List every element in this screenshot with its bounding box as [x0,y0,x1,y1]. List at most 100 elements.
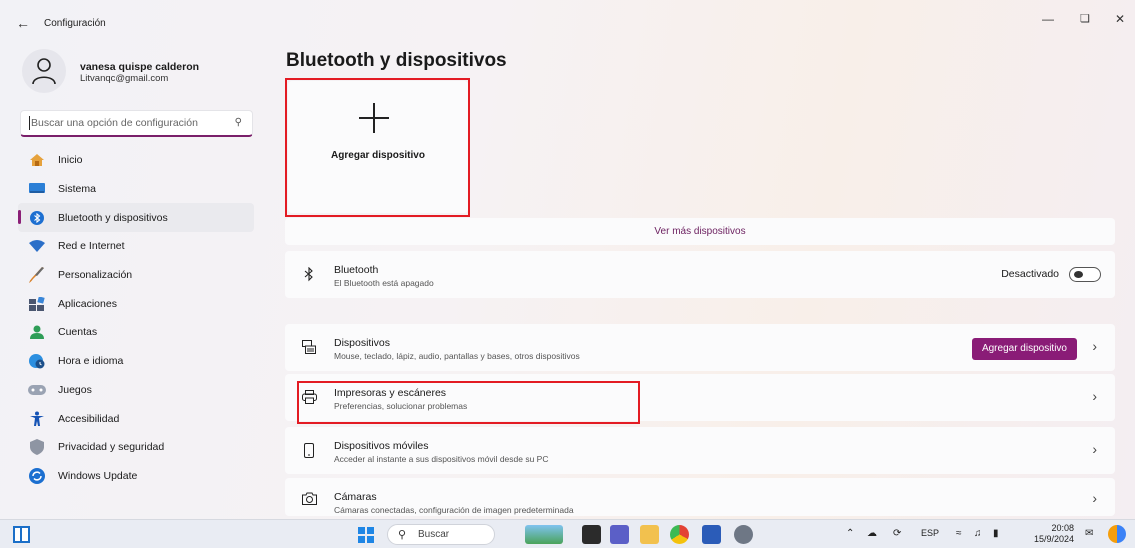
title-bar: ← Configuración — ❏ ✕ [0,0,1135,44]
printers-title: Impresoras y escáneres [334,387,447,399]
sidebar-item-label: Accesibilidad [58,412,120,425]
bluetooth-toggle[interactable] [1069,267,1101,282]
bluetooth-icon [28,210,46,226]
see-more-devices-link[interactable]: Ver más dispositivos [285,218,1115,245]
bluetooth-status: El Bluetooth está apagado [334,278,434,288]
bluetooth-row: Bluetooth El Bluetooth está apagado Desa… [285,251,1115,298]
cameras-subtitle: Cámaras conectadas, configuración de ima… [334,505,574,515]
sidebar-item-accesibilidad[interactable]: Accesibilidad [18,404,254,433]
mobile-devices-title: Dispositivos móviles [334,440,429,452]
sidebar-item-windows-update[interactable]: Windows Update [18,462,254,491]
toggle-knob [1074,271,1083,278]
sidebar-item-label: Juegos [58,383,92,396]
wifi-icon[interactable]: ≈ [956,528,962,539]
chrome-icon[interactable] [670,525,689,544]
search-icon[interactable]: ⚲ [235,117,242,128]
settings-search-input[interactable]: Buscar una opción de configuración ⚲ [20,110,253,137]
chevron-right-icon: › [1092,441,1097,457]
taskbar: ⚲ Buscar ⌃ ☁ ⟳ ESP ≈ ♫ ▮ 20:08 15/9/2024… [0,519,1135,548]
profile-name: vanesa quispe calderon [80,61,200,73]
sidebar-item-label: Inicio [58,154,83,167]
volume-icon[interactable]: ♫ [974,528,982,539]
file-explorer-icon[interactable] [640,525,659,544]
plus-icon [359,103,389,133]
devices-row[interactable]: Dispositivos Mouse, teclado, lápiz, audi… [285,324,1115,371]
close-icon[interactable]: ✕ [1115,12,1125,26]
battery-icon[interactable]: ▮ [993,528,999,539]
home-icon [28,152,46,168]
camera-icon [301,490,317,506]
sidebar-item-label: Aplicaciones [58,297,117,310]
copilot-icon[interactable]: ⟳ [893,528,901,539]
sidebar-item-aplicaciones[interactable]: Aplicaciones [18,289,254,318]
sidebar-item-sistema[interactable]: Sistema [18,175,254,204]
taskbar-search[interactable]: ⚲ Buscar [387,524,495,545]
clock-time: 20:08 [1051,523,1074,533]
printer-icon [301,389,317,405]
sidebar-item-cuentas[interactable]: Cuentas [18,318,254,347]
sidebar-item-red[interactable]: Red e Internet [18,232,254,261]
chevron-right-icon: › [1092,490,1097,506]
sidebar-item-label: Personalización [58,269,133,282]
language-indicator[interactable]: ESP [921,528,939,538]
bluetooth-title: Bluetooth [334,264,379,276]
printers-subtitle: Preferencias, solucionar problemas [334,401,468,411]
mobile-devices-subtitle: Acceder al instante a sus dispositivos m… [334,454,549,464]
restore-icon[interactable]: ❏ [1080,12,1090,25]
settings-icon[interactable] [734,525,753,544]
user-profile[interactable]: vanesa quispe calderon Litvanqc@gmail.co… [22,49,262,95]
avatar [22,49,66,93]
sidebar-item-personalizacion[interactable]: Personalización [18,261,254,290]
notification-icon[interactable]: ✉ [1085,528,1093,539]
update-icon [28,467,46,484]
sidebar-item-privacidad[interactable]: Privacidad y seguridad [18,433,254,462]
cameras-title: Cámaras [334,491,377,503]
mobile-devices-row[interactable]: Dispositivos móviles Acceder al instante… [285,427,1115,474]
sidebar-item-label: Privacidad y seguridad [58,441,165,454]
add-device-tile-label: Agregar dispositivo [331,150,425,161]
sidebar-item-juegos[interactable]: Juegos [18,376,254,405]
sidebar-item-inicio[interactable]: Inicio [18,146,254,175]
teams-icon[interactable] [610,525,629,544]
chevron-up-icon[interactable]: ⌃ [846,528,854,539]
sidebar-nav: Inicio Sistema Bluetooth y dispositivos … [18,146,254,490]
terminal-icon[interactable] [582,525,601,544]
globe-clock-icon [28,353,46,369]
widgets-icon[interactable] [525,525,563,544]
clock-date: 15/9/2024 [1033,534,1074,544]
sidebar-item-label: Sistema [58,183,96,196]
app-title: Configuración [44,18,106,29]
start-button[interactable] [358,527,374,543]
sidebar-item-label: Hora e idioma [58,355,124,368]
cameras-row[interactable]: Cámaras Cámaras conectadas, configuració… [285,478,1115,516]
word-icon[interactable] [702,525,721,544]
bluetooth-toggle-label: Desactivado [1001,268,1059,280]
minimize-icon[interactable]: — [1042,12,1054,26]
task-view-icon[interactable] [13,526,30,543]
gamepad-icon [28,382,46,398]
clock[interactable]: 20:08 15/9/2024 [1030,523,1074,545]
chevron-right-icon: › [1092,388,1097,404]
add-device-button[interactable]: Agregar dispositivo [971,338,1077,360]
person-icon [28,324,46,340]
search-placeholder: Buscar una opción de configuración [31,117,198,129]
sidebar-item-bluetooth[interactable]: Bluetooth y dispositivos [18,203,254,233]
add-device-tile[interactable]: Agregar dispositivo [288,81,468,213]
cloud-icon[interactable]: ☁ [867,528,877,539]
person-icon [32,58,56,85]
app-tray-icon[interactable] [1108,525,1126,543]
chevron-right-icon: › [1092,338,1097,354]
wifi-icon [28,238,46,254]
profile-email: Litvanqc@gmail.com [80,73,169,84]
sidebar-item-label: Windows Update [58,469,138,482]
apps-icon [28,296,46,312]
brush-icon [28,267,46,284]
devices-subtitle: Mouse, teclado, lápiz, audio, pantallas … [334,351,580,361]
devices-title: Dispositivos [334,337,391,349]
page-title: Bluetooth y dispositivos [286,50,507,71]
shield-icon [28,439,46,456]
printers-row[interactable]: Impresoras y escáneres Preferencias, sol… [285,374,1115,421]
sidebar-item-label: Red e Internet [58,240,125,253]
back-icon[interactable]: ← [16,15,30,31]
sidebar-item-hora[interactable]: Hora e idioma [18,347,254,376]
